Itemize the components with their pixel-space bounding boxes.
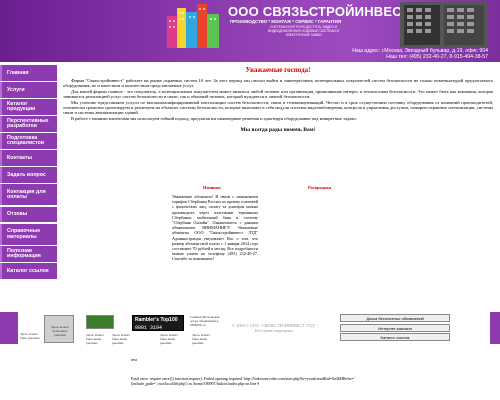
free-ads-button[interactable]: Доска бесплатных объявлений <box>340 314 450 323</box>
main-content: Уважаемые господа! Фирма "Связьстройинве… <box>63 66 493 133</box>
greeting-heading: Уважаемые господа! <box>245 66 311 74</box>
ad-cell-3[interactable]: Здесь может быть ваша реклама <box>160 333 180 345</box>
phone-line: Наш тел: (495) 232-40-27, 8-915-494-38-5… <box>386 54 488 61</box>
board-ad-text[interactable]: Главная Московская доска объявлений в MS… <box>190 315 225 327</box>
sidebar-item-contacts[interactable]: Контакты <box>0 150 57 166</box>
intercom-panel-icon <box>400 2 488 48</box>
green-banner[interactable] <box>86 315 114 329</box>
sidebar-item-developments[interactable]: Перспективные разработки <box>0 116 57 132</box>
sidebar-item-links-catalog[interactable]: Каталог ссылок <box>0 262 57 279</box>
php-error-message: Fatal error: require once() [function.re… <box>131 376 355 386</box>
ad-cell-1[interactable]: Здесь может быть ваша реклама <box>86 333 106 345</box>
copyright-block: © 2008 © ООО "СВЯЗЬСТРОЙИНВЕСТ ЛТД" Все … <box>232 323 316 333</box>
sidebar-item-useful-info[interactable]: Полезная информация <box>0 245 57 262</box>
sidebar-item-catalog[interactable]: Каталог продукции <box>0 99 57 115</box>
sidebar-nav: Главная Услуги Каталог продукции Перспек… <box>0 65 57 280</box>
links-catalog-button[interactable]: Каталог ссылок <box>340 333 450 342</box>
ad-banner-small[interactable]: Здесь может быть ваша реклама <box>44 315 74 343</box>
ad-banner-text: Здесь может быть ваша реклама <box>51 325 69 337</box>
intro-paragraph: Фирма "Связьстройинвест" работает на рын… <box>63 78 493 89</box>
brand-tagline: ПРОИЗВОДСТВО * МОНТАЖ * СЕРВИС * ГАРАНТИ… <box>230 19 342 24</box>
contact-address: Наш адрес: г.Москва, Звездный бульвар, д… <box>352 48 488 60</box>
rambler-count: 0001 3194 <box>135 325 163 331</box>
ad-cell-2[interactable]: Здесь может быть ваша реклама <box>112 333 132 345</box>
subscriber-notice: Уважаемые абоненты! В связи с изменением… <box>172 194 258 262</box>
ad-cell-4[interactable]: Здесь может быть ваша реклама <box>192 333 212 345</box>
new-items-heading[interactable]: Новинки <box>203 185 221 190</box>
brand-subtagline: СИСТЕМЫ КОНТРОЛЯ ДОСТУПА, ВИДЕО И ВИДЕОД… <box>268 25 339 37</box>
sidebar-item-ask-question[interactable]: Задать вопрос <box>0 167 57 183</box>
online-shop-button[interactable]: Интернет-магазин <box>340 323 450 332</box>
services-paragraph: Мы успешно представляем услуги по высоко… <box>63 99 493 116</box>
ad-placeholder-text: Здесь может быть реклама <box>20 332 40 340</box>
approach-paragraph: В работе с нашими клиентами мы используе… <box>71 115 357 121</box>
customer-paragraph: Для нашей фирмы главное - это покупатель… <box>63 88 493 100</box>
sidebar-item-payment[interactable]: Контакция для оплаты <box>0 184 57 206</box>
sidebar-item-reviews[interactable]: Отзовы <box>0 206 57 223</box>
rights-text: Все права защищены <box>254 328 293 333</box>
motto-text: Мы всегда рады помочь Вам! <box>240 127 316 134</box>
sidebar-item-training[interactable]: Подготовка специалистов <box>0 133 57 149</box>
sale-heading[interactable]: Распродажа <box>308 185 331 190</box>
rambler-top100-counter[interactable]: Rambler's Top100 0001 3194 <box>132 315 184 331</box>
stray-text: text <box>131 357 137 362</box>
sidebar-item-services[interactable]: Услуги <box>0 82 57 98</box>
rambler-label: Rambler's Top100 <box>135 317 178 323</box>
buildings-logo-icon <box>167 4 219 48</box>
site-header: ООО СВЯЗЬСТРОЙИНВЕСТ ЛТД ПРОИЗВОДСТВО * … <box>0 0 500 62</box>
sidebar-item-home[interactable]: Главная <box>0 65 57 81</box>
sidebar-item-reference[interactable]: Справочные материалы <box>0 223 57 245</box>
